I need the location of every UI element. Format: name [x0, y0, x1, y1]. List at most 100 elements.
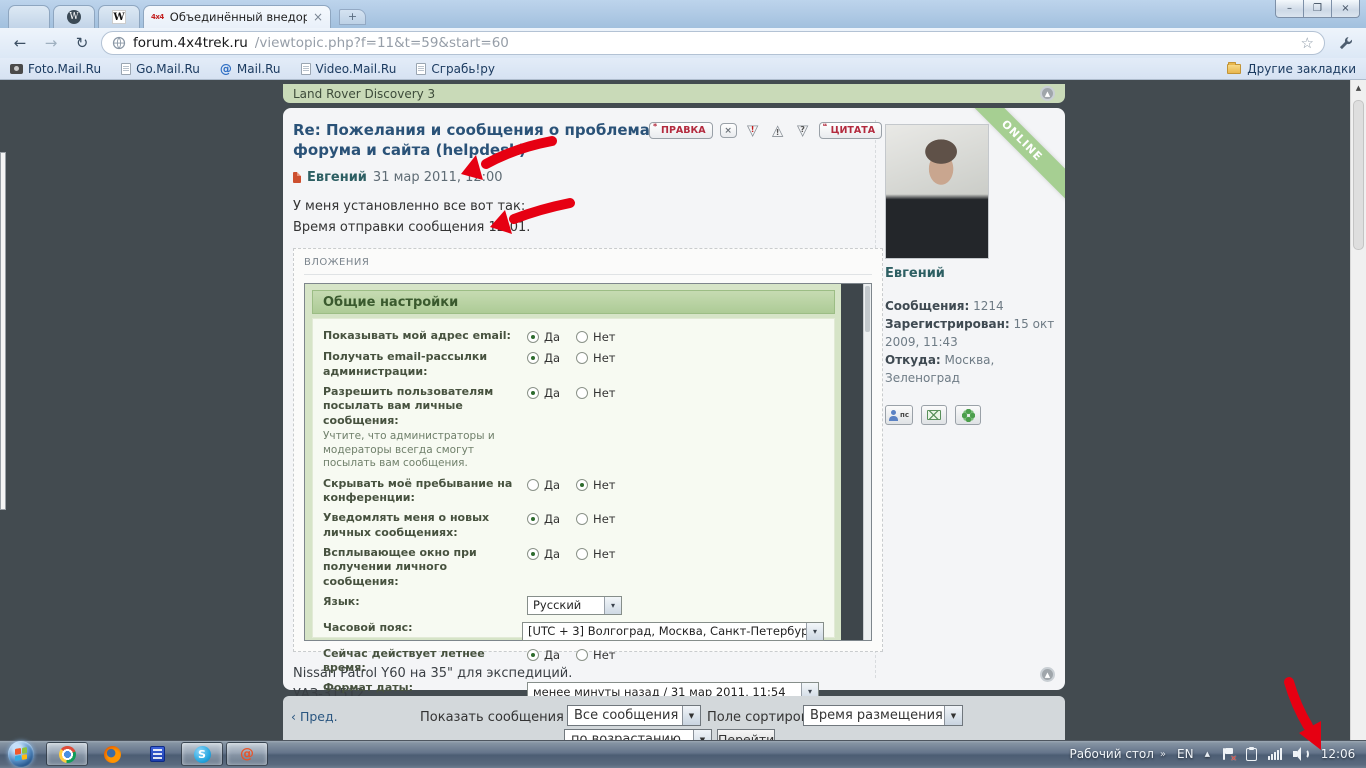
desktop-toolbar-label[interactable]: Рабочий стол — [1069, 747, 1153, 761]
bookmark-video-mailru[interactable]: Video.Mail.Ru — [301, 62, 397, 76]
tab-2[interactable]: W — [53, 5, 95, 28]
radio-no[interactable]: Нет — [576, 478, 615, 492]
radio-yes[interactable]: Да — [527, 512, 560, 526]
bookmark-mailru[interactable]: @ Mail.Ru — [220, 62, 281, 76]
setting-control: Да Нет — [527, 477, 615, 506]
skype-icon: S — [194, 746, 211, 763]
taskbar-chrome-button[interactable] — [46, 742, 88, 766]
radio-yes[interactable]: Да — [527, 648, 560, 662]
minimize-button[interactable]: – — [1275, 0, 1304, 18]
setting-select[interactable]: [UTC + 3] Волгоград, Москва, Санкт-Петер… — [522, 622, 824, 641]
radio-no[interactable]: Нет — [576, 648, 615, 662]
go-button[interactable]: Перейти — [717, 729, 775, 740]
email-button[interactable] — [921, 405, 947, 425]
taskbar-app-button[interactable] — [136, 742, 178, 766]
radio-no[interactable]: Нет — [576, 386, 615, 400]
radio-yes[interactable]: Да — [527, 547, 560, 561]
post-author-link[interactable]: Евгений — [307, 170, 367, 185]
settings-row: Язык:Русский▾ — [323, 592, 824, 618]
settings-row: Разрешить пользователям посылать вам лич… — [323, 382, 824, 474]
tab-active[interactable]: 4x4 Объединённый внедоро... × — [143, 5, 331, 28]
radio-no[interactable]: Нет — [576, 512, 615, 526]
scroll-top-button[interactable]: ▲ — [1040, 86, 1055, 101]
new-tab-button[interactable]: + — [339, 9, 366, 25]
close-button[interactable]: × — [1331, 0, 1360, 18]
chrome-icon — [59, 746, 76, 763]
icq-flower-icon — [962, 409, 975, 422]
edit-asterisk-icon: * — [653, 122, 657, 131]
radio-no[interactable]: Нет — [576, 351, 615, 365]
bookmark-foto-mailru[interactable]: Foto.Mail.Ru — [10, 62, 101, 76]
show-posts-select[interactable]: Все сообщения ▼ — [567, 705, 701, 726]
network-signal-icon[interactable] — [1268, 748, 1282, 760]
sort-field-select[interactable]: Время размещения ▼ — [803, 705, 963, 726]
delete-post-button[interactable]: × — [720, 123, 737, 138]
author-profile-panel: Евгений Сообщения: 1214 Зарегистрирован:… — [885, 124, 1057, 425]
scroll-top-button[interactable]: ▲ — [1040, 667, 1055, 682]
volume-icon[interactable] — [1293, 747, 1309, 761]
attachment-image[interactable]: Общие настройки Показывать мой адрес ema… — [304, 283, 872, 641]
bookmark-label: Video.Mail.Ru — [316, 62, 397, 76]
system-tray: Рабочий стол » EN ▲ ✕ 12:06 — [1069, 747, 1366, 761]
tab-close-icon[interactable]: × — [313, 12, 323, 22]
forward-button[interactable]: → — [39, 32, 63, 54]
bookmark-star-icon[interactable]: ☆ — [1301, 34, 1314, 52]
site-favicon: 4x4 — [151, 13, 164, 21]
radio-yes[interactable]: Да — [527, 386, 560, 400]
address-bar[interactable]: forum.4x4trek.ru/viewtopic.php?f=11&t=59… — [101, 31, 1325, 55]
wrench-menu-button[interactable] — [1332, 32, 1358, 54]
bookmark-label: Сграбь!ру — [431, 62, 495, 76]
profile-stat: Откуда: Москва, Зеленоград — [885, 351, 1057, 387]
firefox-icon — [104, 746, 121, 763]
language-indicator[interactable]: EN — [1177, 747, 1194, 761]
bookmark-sgrab[interactable]: Сграбь!ру — [416, 62, 495, 76]
back-button[interactable]: ← — [8, 32, 32, 54]
other-bookmarks-button[interactable]: Другие закладки — [1227, 62, 1356, 76]
attachments-label: ВЛОЖЕНИЯ — [304, 257, 872, 268]
tab-1[interactable] — [8, 5, 50, 28]
toolbar-chevron-icon[interactable]: » — [1160, 749, 1166, 760]
taskbar-firefox-button[interactable] — [91, 742, 133, 766]
action-center-icon[interactable]: ✕ — [1221, 747, 1235, 761]
icq-button[interactable] — [955, 405, 981, 425]
start-button[interactable] — [8, 741, 34, 767]
quote-button[interactable]: ❝ЦИТАТА — [819, 122, 882, 139]
taskbar-mailru-agent-button[interactable]: @ — [226, 742, 268, 766]
post-card: ONLINE Re: Пожелания и сообщения о пробл… — [283, 108, 1065, 690]
edit-button[interactable]: *ПРАВКА — [649, 122, 713, 139]
taskbar-skype-button[interactable]: S — [181, 742, 223, 766]
taskbar-clock[interactable]: 12:06 — [1320, 747, 1356, 761]
radio-yes[interactable]: Да — [527, 330, 560, 344]
previous-page-link[interactable]: ‹ Пред. — [291, 709, 338, 724]
radio-no[interactable]: Нет — [576, 547, 615, 561]
information-button[interactable]: ▽ ? — [794, 123, 812, 139]
radio-yes[interactable]: Да — [527, 478, 560, 492]
show-posts-label: Показать сообщения за: — [420, 710, 587, 725]
maximize-button[interactable]: ❐ — [1303, 0, 1332, 18]
setting-control: Русский▾ — [527, 595, 622, 615]
radio-yes[interactable]: Да — [527, 351, 560, 365]
radio-no[interactable]: Нет — [576, 330, 615, 344]
wrench-icon — [1338, 36, 1353, 51]
tray-clipboard-icon[interactable] — [1246, 748, 1257, 761]
pm-label: пс — [900, 411, 909, 419]
private-message-button[interactable]: пс — [885, 405, 913, 425]
wordpress-favicon: W — [67, 10, 81, 24]
sort-direction-select[interactable]: по возрастанию ▼ — [564, 729, 712, 740]
title-bar: W W 4x4 Объединённый внедоро... × + – ❐ … — [0, 0, 1366, 28]
bookmark-go-mailru[interactable]: Go.Mail.Ru — [121, 62, 200, 76]
tab-3[interactable]: W — [98, 5, 140, 28]
setting-select[interactable]: Русский▾ — [527, 596, 622, 615]
scrollbar-thumb[interactable] — [1353, 100, 1364, 250]
reload-button[interactable]: ↻ — [70, 32, 94, 54]
page-scrollbar[interactable]: ▲ — [1350, 80, 1366, 740]
attachments-box: ВЛОЖЕНИЯ Общие настройки Показывать мой … — [293, 248, 883, 652]
report-post-button[interactable]: ▽ ! — [744, 123, 762, 139]
globe-icon — [112, 36, 126, 50]
setting-note: Учтите, что администраторы и модераторы … — [323, 430, 515, 471]
warn-user-button[interactable]: △ ! — [769, 123, 787, 139]
show-hidden-icons-button[interactable]: ▲ — [1205, 750, 1210, 758]
scrollbar-up-arrow[interactable]: ▲ — [1351, 80, 1366, 96]
profile-username[interactable]: Евгений — [885, 266, 1057, 281]
post-title: Re: Пожелания и сообщения о проблемах фо… — [293, 120, 673, 161]
